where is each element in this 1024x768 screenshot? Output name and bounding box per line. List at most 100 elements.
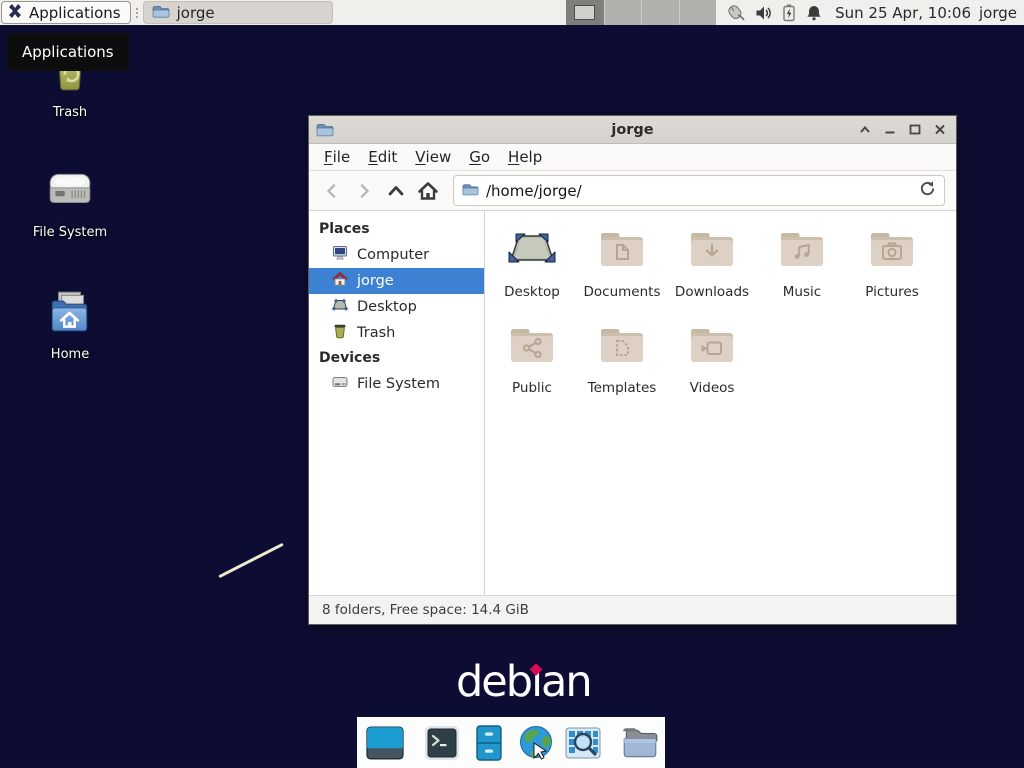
reload-icon[interactable] (919, 180, 936, 201)
file-item-label: Downloads (675, 284, 749, 300)
workspace-switcher (566, 0, 716, 25)
applications-menu-label: Applications (29, 4, 121, 22)
notifications-icon[interactable] (805, 4, 823, 22)
window-titlebar[interactable]: jorge (309, 116, 956, 144)
taskbar-window-button[interactable]: jorge (143, 1, 333, 24)
file-manager-window: jorge File Edit View Go Help (308, 115, 957, 625)
computer-icon (332, 245, 348, 265)
file-item-label: Desktop (504, 284, 560, 300)
file-item-videos[interactable]: Videos (667, 324, 757, 420)
folder-videos-icon (688, 324, 736, 378)
file-item-pictures[interactable]: Pictures (847, 228, 937, 324)
status-text: 8 folders, Free space: 14.4 GiB (322, 602, 529, 618)
panel-username: jorge (979, 4, 1017, 22)
xfce-menu-icon (6, 2, 24, 24)
file-item-label: Music (783, 284, 821, 300)
debian-wordmark: debıan (456, 658, 591, 707)
sidebar-item-label: Computer (357, 247, 429, 263)
home-folder-icon (45, 288, 95, 340)
minimize-button[interactable] (882, 122, 898, 138)
file-item-public[interactable]: Public (487, 324, 577, 420)
forward-button[interactable] (348, 176, 380, 206)
status-bar: 8 folders, Free space: 14.4 GiB (309, 595, 956, 624)
sidebar-item-label: jorge (357, 273, 394, 289)
workspace-window-preview (574, 5, 595, 20)
desktop-icon-file-system[interactable]: File System (16, 168, 124, 240)
sidebar: Places Computer jorge (309, 211, 485, 595)
workspace-1[interactable] (566, 0, 604, 25)
show-desktop-icon[interactable] (365, 724, 405, 762)
top-panel: Applications jorge (0, 0, 1024, 25)
menu-view[interactable]: View (406, 144, 460, 170)
file-item-label: Videos (690, 380, 735, 396)
sidebar-item-file-system[interactable]: File System (309, 371, 484, 397)
home-button[interactable] (412, 176, 444, 206)
folder-icon (462, 181, 479, 200)
system-tray (725, 3, 823, 22)
panel-clock[interactable]: Sun 25 Apr, 10:06 (835, 4, 971, 22)
folder-downloads-icon (688, 228, 736, 282)
taskbar-window-label: jorge (177, 4, 215, 22)
volume-icon[interactable] (755, 4, 773, 22)
web-browser-icon[interactable] (517, 724, 555, 762)
up-button[interactable] (380, 176, 412, 206)
menu-file[interactable]: File (315, 144, 359, 170)
drive-icon (45, 168, 95, 218)
battery-icon[interactable] (782, 3, 796, 22)
sidebar-header-devices: Devices (309, 346, 484, 371)
desktop-icon-label: Home (51, 347, 89, 362)
menu-edit[interactable]: Edit (359, 144, 406, 170)
file-item-documents[interactable]: Documents (577, 228, 667, 324)
desktop-icon-home[interactable]: Home (16, 288, 124, 362)
menu-help[interactable]: Help (499, 144, 551, 170)
sidebar-item-label: Desktop (357, 299, 417, 315)
applications-menu-button[interactable]: Applications (1, 1, 131, 24)
sidebar-item-label: File System (357, 376, 440, 392)
desktop-icon-label: File System (33, 225, 107, 240)
dock (357, 717, 665, 768)
applications-tooltip: Applications (7, 33, 129, 71)
sidebar-item-jorge[interactable]: jorge (309, 268, 484, 294)
file-item-downloads[interactable]: Downloads (667, 228, 757, 324)
file-item-music[interactable]: Music (757, 228, 847, 324)
desktop-root: debıan Applications jorge (0, 0, 1024, 768)
folder-public-icon (508, 324, 556, 378)
desktop-icon-label: Trash (53, 105, 87, 120)
file-item-label: Documents (584, 284, 661, 300)
path-value[interactable]: /home/jorge/ (486, 182, 919, 200)
drive-icon (332, 374, 348, 394)
path-field[interactable]: /home/jorge/ (453, 175, 945, 206)
shade-button[interactable] (857, 122, 873, 138)
app-finder-icon[interactable] (564, 724, 602, 762)
file-view[interactable]: Desktop Documents (485, 211, 956, 595)
mouse-icon[interactable] (725, 3, 746, 22)
sidebar-item-trash[interactable]: Trash (309, 320, 484, 346)
desktop-scratch-line (218, 543, 284, 578)
maximize-button[interactable] (907, 122, 923, 138)
sidebar-item-desktop[interactable]: Desktop (309, 294, 484, 320)
folder-music-icon (778, 228, 826, 282)
workspace-3[interactable] (641, 0, 679, 25)
workspace-2[interactable] (604, 0, 642, 25)
file-item-label: Pictures (865, 284, 918, 300)
desktop-icon (332, 297, 348, 317)
home-icon (332, 271, 348, 291)
folder-icon[interactable] (620, 725, 660, 761)
terminal-icon[interactable] (423, 724, 461, 762)
menu-go[interactable]: Go (460, 144, 499, 170)
panel-handle[interactable] (133, 4, 141, 22)
toolbar: /home/jorge/ (309, 170, 956, 211)
file-item-templates[interactable]: Templates (577, 324, 667, 420)
folder-icon (152, 4, 170, 22)
workspace-4[interactable] (679, 0, 717, 25)
back-button[interactable] (316, 176, 348, 206)
sidebar-item-computer[interactable]: Computer (309, 242, 484, 268)
desktop-special-icon (508, 228, 556, 282)
sidebar-header-places: Places (309, 217, 484, 242)
window-controls (857, 122, 948, 138)
close-button[interactable] (932, 122, 948, 138)
file-cabinet-icon[interactable] (470, 724, 508, 762)
menu-bar: File Edit View Go Help (309, 144, 956, 170)
file-item-label: Public (512, 380, 552, 396)
file-item-desktop[interactable]: Desktop (487, 228, 577, 324)
